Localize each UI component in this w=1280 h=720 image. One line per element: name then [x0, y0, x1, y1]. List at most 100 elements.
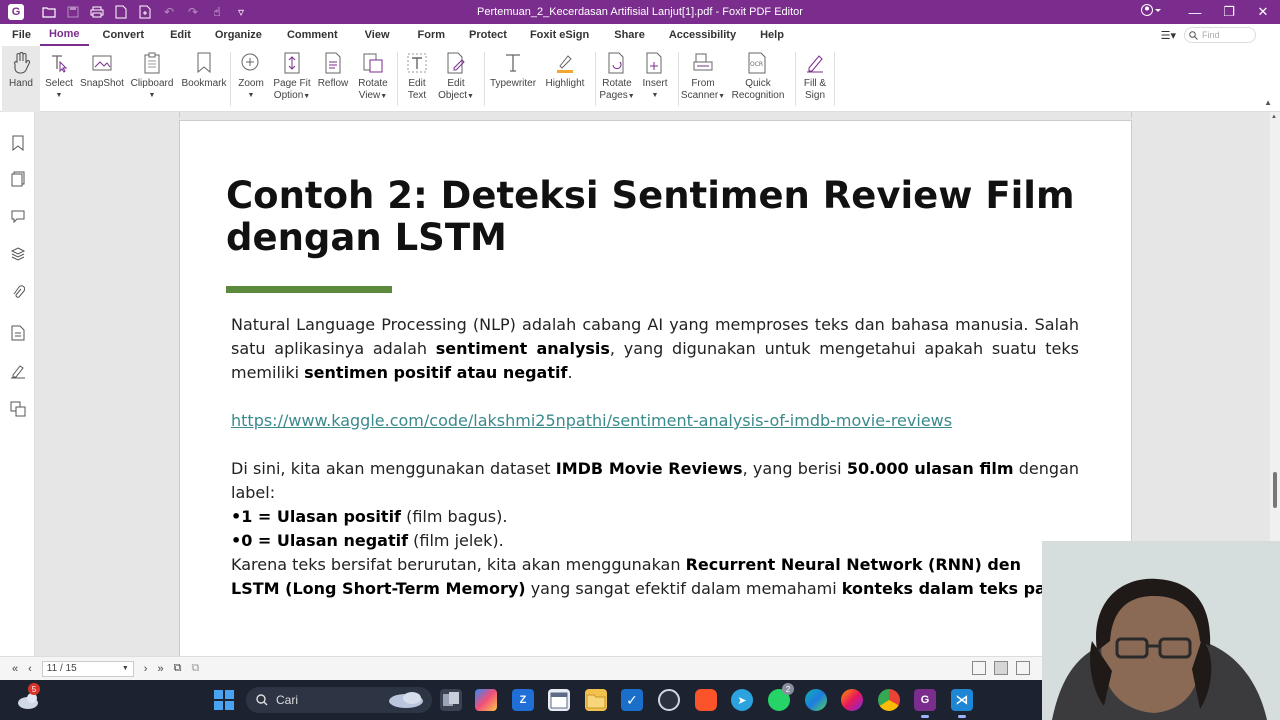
scroll-up-icon[interactable]: ▲ — [1271, 114, 1277, 120]
reflow-label: Reflow — [317, 78, 349, 89]
firefox-icon[interactable] — [841, 689, 863, 711]
comments-icon[interactable] — [9, 207, 27, 225]
tab-foxit-esign[interactable]: Foxit eSign — [517, 24, 602, 46]
edit-object-icon — [445, 52, 467, 74]
collapse-ribbon-icon[interactable]: ▲ — [1264, 98, 1272, 107]
vscode-icon[interactable]: ⋊ — [951, 689, 973, 718]
copilot-icon[interactable] — [475, 689, 497, 711]
scanner-icon — [692, 52, 714, 74]
brave-browser-icon[interactable] — [695, 689, 717, 711]
snapshot-button[interactable]: SnapShot — [78, 46, 126, 90]
customize-toolbar-icon[interactable]: ▿ — [232, 3, 250, 21]
create-pdf-icon[interactable] — [136, 3, 154, 21]
content-panel-icon[interactable] — [9, 400, 27, 418]
continuous-view-icon[interactable] — [994, 661, 1008, 675]
close-button[interactable]: ✕ — [1246, 0, 1280, 24]
rotate-pages-button[interactable]: Rotate Pages▼ — [596, 46, 638, 103]
tab-help[interactable]: Help — [748, 24, 796, 46]
presenter-video-image — [1042, 541, 1280, 720]
tab-accessibility[interactable]: Accessibility — [657, 24, 748, 46]
insert-button[interactable]: Insert ▼ — [638, 46, 672, 102]
highlight-button[interactable]: Highlight — [541, 46, 589, 90]
redo-icon[interactable]: ↷ — [184, 3, 202, 21]
task-view-icon[interactable] — [440, 689, 462, 711]
page-thumbnails-icon[interactable] — [9, 170, 27, 188]
print-icon[interactable] — [88, 3, 106, 21]
edge-browser-icon[interactable] — [805, 689, 827, 711]
tab-form[interactable]: Form — [404, 24, 460, 46]
tab-file[interactable]: File — [0, 24, 40, 46]
fill-sign-button[interactable]: Fill & Sign — [796, 46, 834, 102]
zoom-button[interactable]: Zoom ▼ — [231, 46, 271, 102]
tab-share[interactable]: Share — [602, 24, 657, 46]
page-fit-option-button[interactable]: Page Fit Option▼ — [271, 46, 313, 103]
new-document-icon[interactable] — [112, 3, 130, 21]
taskbar-search-label: Cari — [276, 693, 299, 707]
foxit-taskbar-icon[interactable]: G — [914, 689, 936, 718]
tab-organize[interactable]: Organize — [203, 24, 274, 46]
tab-comment[interactable]: Comment — [274, 24, 351, 46]
whatsapp-icon[interactable]: 2 — [768, 683, 794, 711]
todo-app-icon[interactable]: ✓ — [621, 689, 643, 711]
file-explorer-icon[interactable] — [585, 689, 607, 711]
signature-panel-icon[interactable] — [9, 362, 27, 380]
taskbar-search[interactable]: Cari — [246, 687, 432, 713]
tab-view[interactable]: View — [351, 24, 404, 46]
typewriter-button[interactable]: Typewriter — [485, 46, 541, 90]
document-properties-icon[interactable] — [9, 324, 27, 342]
find-input[interactable]: Find — [1184, 27, 1256, 43]
layers-icon[interactable] — [9, 245, 27, 263]
first-page-icon[interactable]: « — [12, 663, 18, 675]
clipboard-button[interactable]: Clipboard ▼ — [126, 46, 178, 102]
tab-home[interactable]: Home — [39, 24, 89, 46]
list-item: •1 = Ulasan positif (film bagus). — [231, 507, 508, 526]
page-number-input[interactable]: 11 / 15 ▼ — [41, 660, 134, 677]
rotate-view-label: View▼ — [358, 90, 388, 101]
restore-button[interactable]: ❐ — [1212, 0, 1246, 24]
rotate-view-button[interactable]: Rotate View▼ — [353, 46, 393, 103]
last-page-icon[interactable]: » — [157, 663, 163, 675]
hand-tool-dropdown-icon[interactable]: ☝ — [208, 3, 226, 21]
editor-app-icon[interactable]: Z — [512, 689, 534, 711]
reflow-button[interactable]: Reflow — [313, 46, 353, 90]
media-app-icon[interactable] — [658, 689, 680, 711]
calendar-app-icon[interactable] — [548, 689, 570, 711]
select-tool-button[interactable]: Select ▼ — [40, 46, 78, 102]
previous-view-icon[interactable]: ⧉ — [174, 662, 182, 675]
save-icon[interactable] — [64, 3, 82, 21]
bookmark-panel-icon[interactable] — [9, 134, 27, 152]
scrollbar-thumb[interactable] — [1273, 472, 1277, 508]
next-view-icon[interactable]: ⧉ — [191, 662, 199, 675]
previous-page-icon[interactable]: ‹ — [28, 663, 32, 675]
account-icon[interactable] — [1140, 3, 1162, 20]
edit-text-button[interactable]: Edit Text — [398, 46, 436, 102]
hand-tool-button[interactable]: Hand — [2, 46, 40, 112]
command-search-icon[interactable]: ☰▾ — [1161, 29, 1176, 42]
edit-object-button[interactable]: Edit Object▼ — [436, 46, 476, 103]
fill-label: Fill & — [803, 78, 827, 89]
bookmark-button[interactable]: Bookmark — [178, 46, 230, 90]
clipboard-label: Clipboard — [130, 78, 174, 89]
insert-page-icon — [644, 52, 666, 74]
single-page-view-icon[interactable] — [972, 661, 986, 675]
quick-recognition-button[interactable]: OCR Quick Recognition — [727, 46, 789, 102]
attachment-icon[interactable] — [9, 283, 27, 301]
kaggle-link[interactable]: https://www.kaggle.com/code/lakshmi25npa… — [231, 411, 952, 430]
start-icon[interactable] — [214, 690, 234, 710]
tab-protect[interactable]: Protect — [459, 24, 517, 46]
minimize-button[interactable]: — — [1178, 0, 1212, 24]
facing-view-icon[interactable] — [1016, 661, 1030, 675]
tab-edit[interactable]: Edit — [158, 24, 203, 46]
ribbon-divider — [834, 52, 835, 106]
pages-label: Pages▼ — [599, 90, 635, 101]
chrome-icon[interactable] — [878, 689, 900, 711]
tab-convert[interactable]: Convert — [89, 24, 159, 46]
undo-icon[interactable]: ↶ — [160, 3, 178, 21]
slide-title-line: Contoh 2: Deteksi Sentimen Review Film — [226, 174, 1075, 217]
from-scanner-button[interactable]: From Scanner▼ — [679, 46, 727, 103]
bookmark-icon — [193, 52, 215, 74]
next-page-icon[interactable]: › — [144, 663, 148, 675]
open-folder-icon[interactable] — [40, 3, 58, 21]
telegram-icon[interactable]: ➤ — [731, 689, 753, 711]
pdf-page: Contoh 2: Deteksi Sentimen Review Film d… — [179, 120, 1132, 656]
